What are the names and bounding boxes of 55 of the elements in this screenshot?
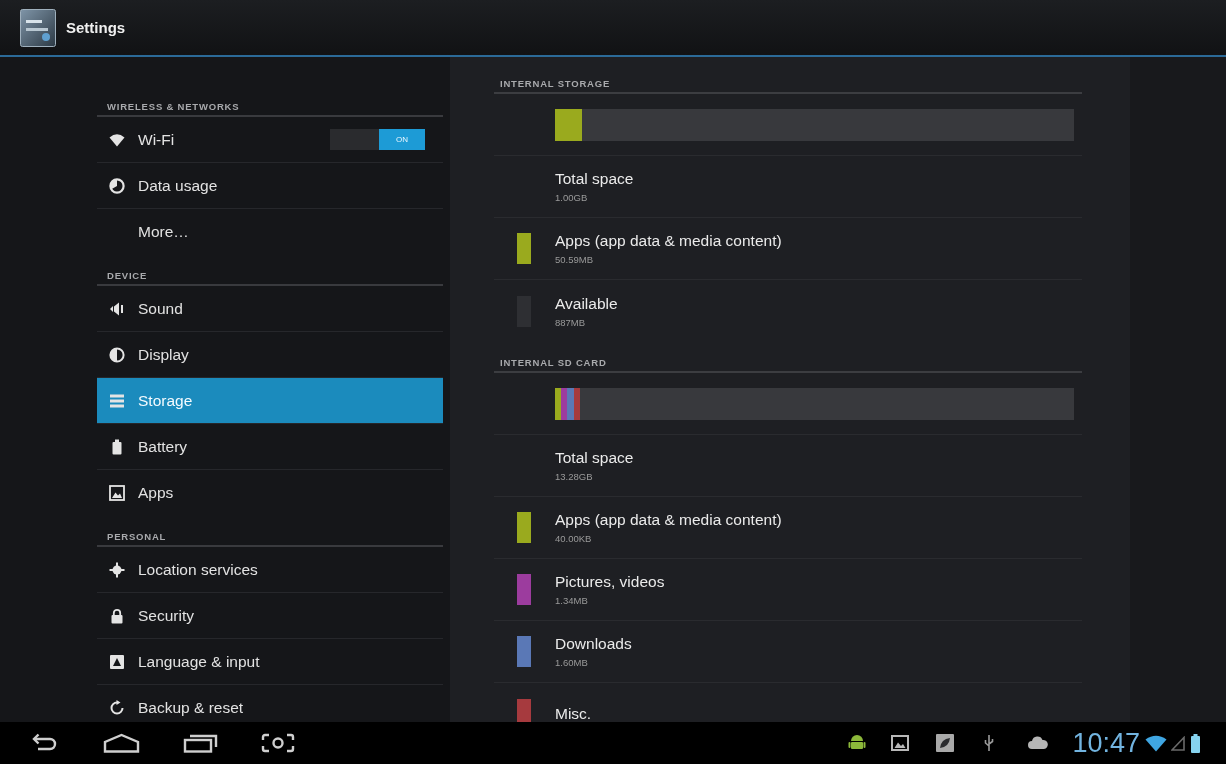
section-header: INTERNAL STORAGE [500,78,611,89]
storage-item-title: Available [555,294,618,313]
image-icon [109,485,125,501]
lock-icon [109,607,125,624]
screenshot-icon[interactable] [261,733,295,753]
storage-item-size: 887MB [555,316,586,328]
robot-icon [848,734,867,752]
sidebar-item[interactable]: More… [97,209,443,255]
storage-item-size: 40.00KB [555,533,592,544]
crosshair-icon [109,561,125,578]
storage-item-title: Apps (app data & media content) [555,232,782,250]
speaker-icon [109,300,125,317]
recent-apps-icon[interactable] [183,733,218,753]
wifi-icon [109,131,125,148]
storage-item-title: Misc. [555,705,592,722]
sidebar-item[interactable]: Security [97,593,443,638]
usb-icon [984,734,995,752]
storage-item-size: 1.60MB [555,657,588,668]
sidebar-item[interactable]: Backup & reset [97,685,443,722]
sidebar-item[interactable]: Wi-Fi [97,117,322,162]
storage-item-title: Total space [555,170,634,188]
storage-item-size: 13.28GB [555,471,593,482]
sidebar-item[interactable]: Location services [97,547,443,592]
sidebar-item[interactable]: Storage [97,378,443,423]
sidebar-item[interactable]: Data usage [97,163,443,208]
storage-item-title: Downloads [555,635,632,653]
storage-item-size: 50.59MB [555,254,594,265]
home-icon[interactable] [103,733,140,753]
category-header: WIRELESS & NETWORKS [107,101,240,112]
sidebar-item[interactable]: Display [97,332,443,377]
section-header: INTERNAL SD CARD [500,357,607,368]
sidebar-item[interactable]: Apps [97,470,443,516]
signal-icon [1171,735,1185,751]
circular-arrow-icon [109,700,125,716]
storage-item-size: 1.34MB [555,595,588,606]
storage-item-title: Pictures, videos [555,573,665,591]
half-filled-circle-icon [109,346,125,363]
clock-time: 10:47 [1072,728,1140,758]
leaf-tile-icon [936,734,955,752]
stacked-bars-icon [109,392,125,409]
battery-icon [1191,733,1200,753]
pie-chart-icon [109,177,125,194]
sidebar-item[interactable]: Sound [97,286,443,331]
sidebar-item[interactable]: Battery [97,424,443,469]
sidebar-item[interactable]: Language & input [97,639,443,684]
settings-app-icon [20,8,56,47]
storage-item-title: Apps (app data & media content) [555,511,782,529]
storage-item-size: 1.00GB [555,192,588,203]
category-header: DEVICE [107,270,148,281]
storage-item-title: Total space [555,449,634,467]
image-icon [891,735,910,751]
cloud-icon [1028,736,1049,750]
wifi-icon [1145,734,1167,752]
category-header: PERSONAL [107,531,167,542]
action-bar-title: Settings [66,19,126,36]
